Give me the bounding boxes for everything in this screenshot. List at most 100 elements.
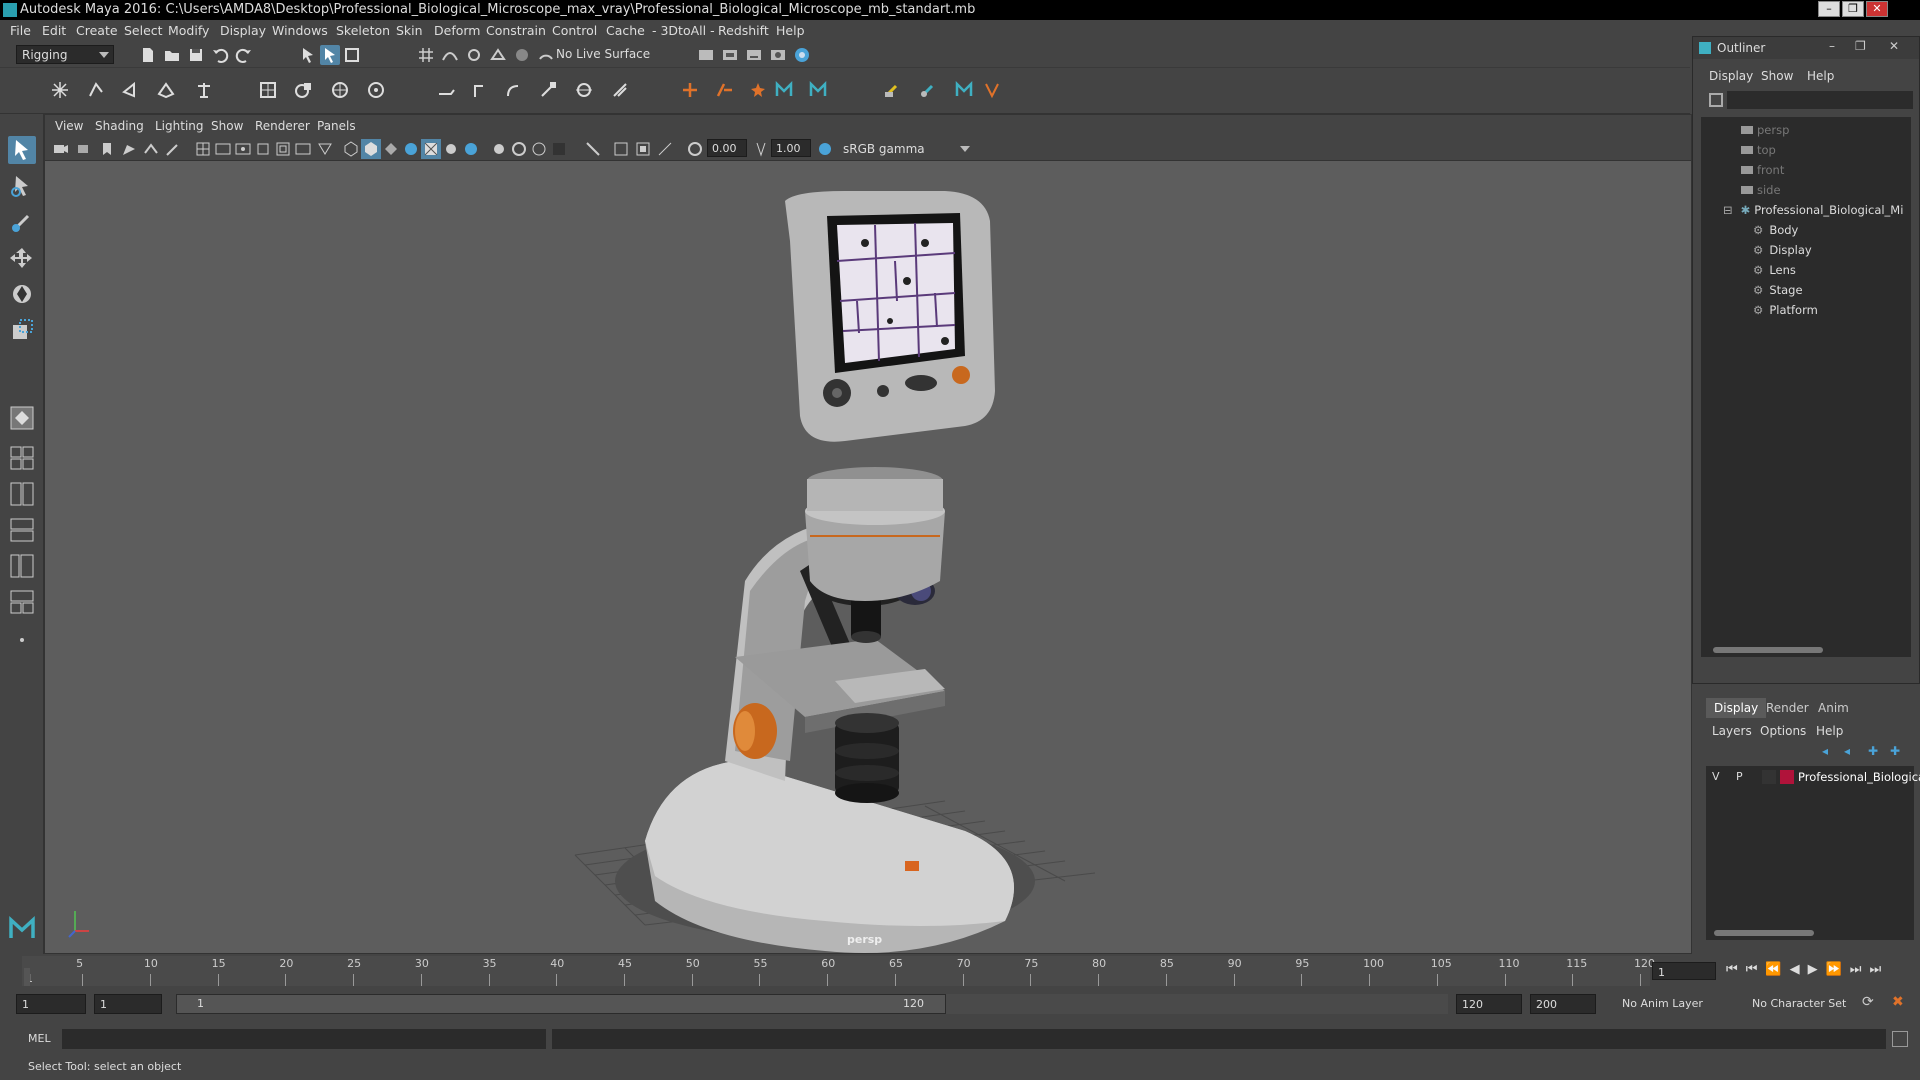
render-frame-icon[interactable] [720, 45, 740, 65]
new-layer-selected-icon[interactable]: ✚ [1890, 744, 1900, 758]
paint-skin-icon[interactable] [882, 80, 902, 100]
pole-vector-icon[interactable] [610, 80, 630, 100]
snap-curve-icon[interactable] [440, 45, 460, 65]
undo-icon[interactable] [210, 45, 230, 65]
scale-tool-icon[interactable] [8, 316, 36, 344]
isolate-select-icon[interactable] [489, 139, 509, 159]
restore-button[interactable]: ❐ [1842, 1, 1864, 17]
range-slider-bar[interactable]: 1 120 [176, 994, 946, 1014]
snap-view-plane-icon[interactable] [488, 45, 508, 65]
collapse-icon[interactable]: ⊟ [1723, 203, 1733, 217]
move-layer-up-icon[interactable]: ◂ [1822, 744, 1828, 758]
paint-select-tool-icon[interactable] [8, 208, 36, 236]
menu-redshift[interactable]: Redshift [718, 23, 769, 38]
hypershade-icon[interactable] [792, 45, 812, 65]
resolution-gate-icon[interactable] [233, 139, 253, 159]
exposure-field[interactable]: 0.00 [707, 139, 747, 157]
save-scene-icon[interactable] [186, 45, 206, 65]
live-surface-label[interactable]: No Live Surface [556, 47, 650, 61]
layer-row[interactable]: V P Professional_Biologica [1706, 766, 1920, 788]
outliner-layout-icon[interactable] [8, 552, 36, 580]
tab-anim[interactable]: Anim [1810, 698, 1857, 718]
gamma-field[interactable]: 1.00 [771, 139, 811, 157]
exposure-icon[interactable] [685, 139, 705, 159]
scroll-thumb[interactable] [1714, 930, 1814, 936]
depth-of-field-icon[interactable] [655, 139, 675, 159]
field-chart-icon[interactable] [273, 139, 293, 159]
menu-display[interactable]: Display [220, 23, 266, 38]
menu-edit[interactable]: Edit [42, 23, 66, 38]
outliner-camera-front[interactable]: front [1741, 163, 1784, 183]
auto-key-icon[interactable]: ⟳ [1862, 994, 1874, 1010]
menu-windows[interactable]: Windows [272, 23, 328, 38]
new-scene-icon[interactable] [138, 45, 158, 65]
outliner-menu-display[interactable]: Display [1709, 69, 1753, 83]
ik-fk-icon[interactable] [680, 80, 700, 100]
stacked-layout-icon[interactable] [8, 516, 36, 544]
layer-menu-options[interactable]: Options [1760, 724, 1806, 738]
vp-menu-show[interactable]: Show [211, 119, 243, 133]
outliner-camera-persp[interactable]: persp [1741, 123, 1789, 143]
outliner-root-node[interactable]: ⊟ ✱ Professional_Biological_Mi [1723, 203, 1903, 223]
tab-render[interactable]: Render [1758, 698, 1817, 718]
xray-icon[interactable] [509, 139, 529, 159]
layer-name[interactable]: Professional_Biologica [1798, 770, 1920, 784]
cluster-icon[interactable] [366, 80, 386, 100]
layer-menu-layers[interactable]: Layers [1712, 724, 1752, 738]
layer-color-swatch[interactable] [1780, 770, 1794, 784]
lasso-tool-icon[interactable] [8, 172, 36, 200]
parent-constraint-icon[interactable] [436, 80, 456, 100]
redo-icon[interactable] [234, 45, 254, 65]
open-scene-icon[interactable] [162, 45, 182, 65]
menu-control[interactable]: Control [552, 23, 597, 38]
outliner-child-display[interactable]: ⚙ Display [1753, 243, 1812, 263]
aim-constraint-icon[interactable] [574, 80, 594, 100]
anim-layer-dropdown[interactable]: No Anim Layer [1622, 997, 1703, 1010]
menu-select[interactable]: Select [124, 23, 163, 38]
shadows-icon[interactable] [441, 139, 461, 159]
locator-icon[interactable] [194, 80, 214, 100]
ik-spline-icon[interactable] [120, 80, 140, 100]
outliner-hscrollbar[interactable] [1701, 645, 1911, 655]
bookmark-icon[interactable] [97, 139, 117, 159]
character-set-dropdown[interactable]: No Character Set [1752, 997, 1846, 1010]
outliner-menu-show[interactable]: Show [1761, 69, 1793, 83]
color-management-icon[interactable] [815, 139, 835, 159]
ik-handle-icon[interactable] [86, 80, 106, 100]
vp-menu-panels[interactable]: Panels [317, 119, 356, 133]
menu-skin[interactable]: Skin [396, 23, 423, 38]
command-input[interactable] [62, 1029, 546, 1049]
insert-joint-icon[interactable] [156, 80, 176, 100]
orient-constraint-icon[interactable] [504, 80, 524, 100]
scroll-thumb[interactable] [1713, 647, 1823, 653]
lattice-icon[interactable] [330, 80, 350, 100]
snap-live-icon[interactable] [536, 45, 556, 65]
render-settings-icon[interactable] [768, 45, 788, 65]
outliner-maximize-icon[interactable]: ❐ [1855, 39, 1866, 53]
gamma-icon[interactable] [751, 139, 771, 159]
vp-menu-lighting[interactable]: Lighting [155, 119, 204, 133]
two-d-pan-icon[interactable] [141, 139, 161, 159]
vp-menu-renderer[interactable]: Renderer [255, 119, 310, 133]
smooth-shade-icon[interactable] [361, 139, 381, 159]
vp-menu-shading[interactable]: Shading [95, 119, 144, 133]
time-slider[interactable]: 1 5 10 15 20 25 30 35 40 45 50 55 60 65 70 75 80 85 90 95 1… [0, 954, 1920, 988]
close-button[interactable]: ✕ [1866, 1, 1888, 17]
film-gate-icon[interactable] [213, 139, 233, 159]
animation-start-field[interactable]: 1 [16, 994, 86, 1014]
snap-grid-icon[interactable] [416, 45, 436, 65]
new-layer-icon[interactable]: ✚ [1868, 744, 1878, 758]
view-transform-dropdown[interactable]: sRGB gamma [837, 139, 975, 158]
multisample-icon[interactable] [633, 139, 653, 159]
minimize-button[interactable]: – [1818, 1, 1840, 17]
snap-point-icon[interactable] [464, 45, 484, 65]
bind-skin-icon[interactable] [258, 80, 278, 100]
muscle-icon-1[interactable] [774, 80, 794, 100]
xray-components-icon[interactable] [549, 139, 569, 159]
outliner-camera-side[interactable]: side [1741, 183, 1781, 203]
command-language-label[interactable]: MEL [28, 1032, 51, 1045]
use-all-lights-icon[interactable] [421, 139, 441, 159]
menu-modify[interactable]: Modify [168, 23, 209, 38]
camera-attributes-icon[interactable] [75, 139, 95, 159]
grid-toggle-icon[interactable] [193, 139, 213, 159]
